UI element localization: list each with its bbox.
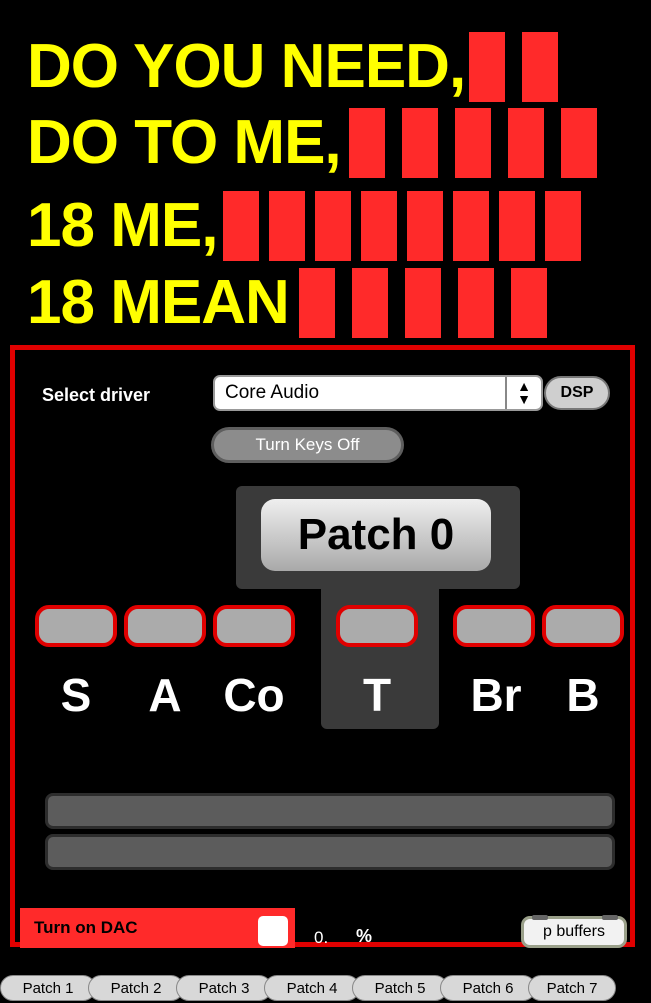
syllable-block (499, 191, 536, 261)
lyric-line-2: DO TO ME, (27, 105, 614, 181)
syllable-block (507, 108, 544, 178)
lyric-blocks (469, 32, 575, 102)
syllable-block (404, 268, 441, 338)
syllable-block (361, 191, 398, 261)
patch-tabs: Patch 1 Patch 2 Patch 3 Patch 4 Patch 5 … (0, 975, 651, 1003)
voice-toggle-s[interactable] (35, 605, 117, 647)
syllable-block (315, 191, 352, 261)
dac-toggle-area: Turn on DAC (20, 908, 295, 948)
syllable-block (522, 32, 559, 102)
cpu-value: 0. (314, 928, 329, 947)
p-buffers-object[interactable]: p buffers (521, 915, 627, 948)
voice-label-b: B (566, 669, 600, 721)
tab-patch-4[interactable]: Patch 4 (264, 975, 360, 1001)
tab-patch-7[interactable]: Patch 7 (528, 975, 616, 1001)
lyric-text: DO TO ME, (27, 108, 342, 177)
voice-toggle-b[interactable] (542, 605, 624, 647)
lyric-blocks (223, 191, 582, 261)
tab-patch-5[interactable]: Patch 5 (352, 975, 448, 1001)
level-meter-2 (45, 834, 615, 870)
lyric-line-3: 18 ME, (27, 188, 582, 264)
voice-toggle-br[interactable] (453, 605, 535, 647)
voice-toggle-a[interactable] (124, 605, 206, 647)
lyric-blocks (298, 268, 564, 338)
outlet-icon (602, 915, 618, 920)
syllable-block (510, 268, 547, 338)
lyric-text: 18 ME, (27, 191, 218, 260)
level-meter-1 (45, 793, 615, 829)
syllable-block (457, 268, 494, 338)
lyric-text: 18 MEAN (27, 268, 290, 337)
inlet-icon (532, 915, 548, 920)
tab-patch-1[interactable]: Patch 1 (0, 975, 96, 1001)
voice-label-t: T (362, 669, 392, 721)
syllable-block (298, 268, 335, 338)
syllable-block (401, 108, 438, 178)
lyric-line-1: DO YOU NEED, (27, 29, 575, 105)
voice-label-br: Br (470, 669, 522, 721)
voice-label-s: S (60, 669, 92, 721)
tab-patch-6[interactable]: Patch 6 (440, 975, 536, 1001)
syllable-block (545, 191, 582, 261)
syllable-block (348, 108, 385, 178)
patch-title-button[interactable]: Patch 0 (261, 499, 491, 571)
driver-value: Core Audio (225, 382, 320, 403)
driver-dropdown[interactable]: Core Audio ▲ ▼ (213, 375, 543, 411)
syllable-block (407, 191, 444, 261)
up-down-arrows-icon: ▲ ▼ (505, 377, 541, 409)
voice-toggle-co[interactable] (213, 605, 295, 647)
voice-toggle-t[interactable] (336, 605, 418, 647)
syllable-block (351, 268, 388, 338)
syllable-block (560, 108, 597, 178)
dac-toggle-checkbox[interactable] (258, 916, 288, 946)
lyric-blocks (348, 108, 614, 178)
voice-label-a: A (148, 669, 182, 721)
lyric-line-4: 18 MEAN (27, 265, 564, 341)
control-panel: Select driver Core Audio ▲ ▼ DSP Turn Key… (10, 345, 635, 948)
syllable-block (453, 191, 490, 261)
turn-on-dac-label: Turn on DAC (34, 918, 138, 937)
cpu-percent-sign: % (356, 926, 373, 946)
lyric-text: DO YOU NEED, (27, 32, 466, 101)
syllable-block (223, 191, 260, 261)
syllable-block (269, 191, 306, 261)
tab-patch-3[interactable]: Patch 3 (176, 975, 272, 1001)
syllable-block (469, 32, 506, 102)
tab-patch-2[interactable]: Patch 2 (88, 975, 184, 1001)
syllable-block (454, 108, 491, 178)
turn-keys-off-button[interactable]: Turn Keys Off (211, 427, 404, 463)
select-driver-label: Select driver (42, 385, 151, 405)
p-buffers-label: p buffers (543, 923, 605, 940)
lyrics-display: DO YOU NEED, DO TO ME, 18 ME, 18 MEAN (0, 0, 651, 345)
dsp-button[interactable]: DSP (544, 376, 610, 410)
voice-label-co: Co (223, 669, 285, 721)
